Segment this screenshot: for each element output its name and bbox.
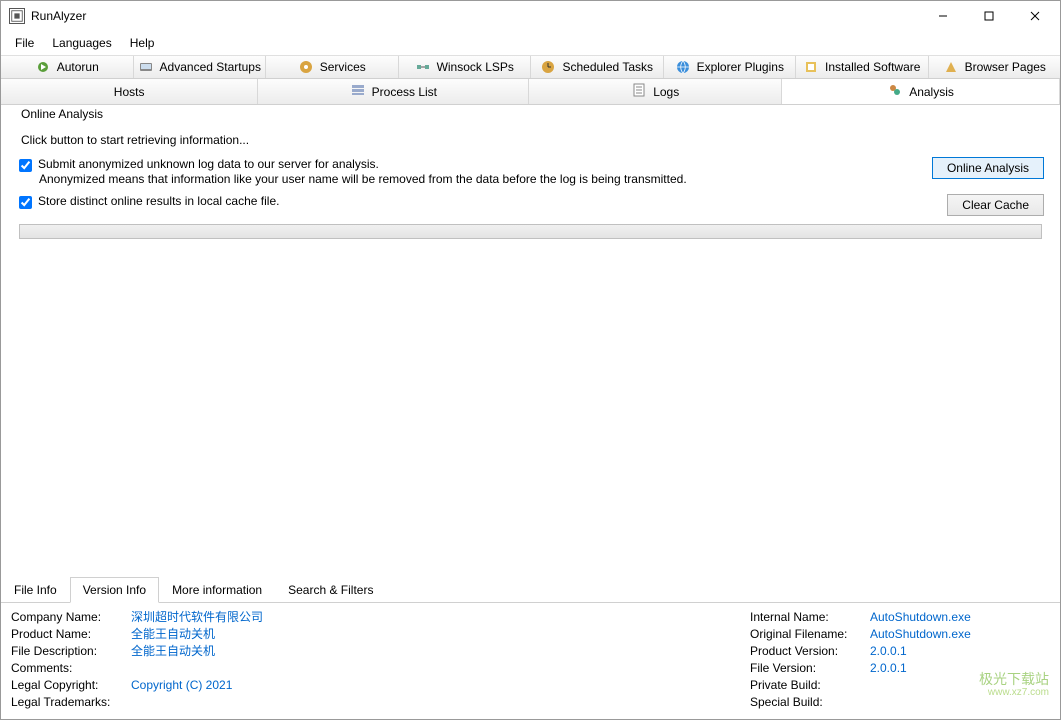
tab-process-list[interactable]: Process List <box>258 79 529 104</box>
progress-bar <box>19 224 1042 239</box>
product-version-value[interactable]: 2.0.0.1 <box>870 643 907 660</box>
tab-hosts[interactable]: Hosts <box>1 79 258 104</box>
tab-label: Hosts <box>114 85 145 99</box>
bottom-tab-file-info[interactable]: File Info <box>1 577 70 603</box>
app-icon <box>9 8 25 24</box>
maximize-button[interactable] <box>966 1 1012 31</box>
cache-checkbox-container[interactable]: Store distinct online results in local c… <box>19 194 947 209</box>
private-build-label: Private Build: <box>750 677 870 694</box>
primary-tabs: Autorun Advanced Startups Services Winso… <box>1 56 1060 79</box>
software-icon <box>803 59 819 75</box>
window-controls <box>920 1 1058 31</box>
cache-checkbox-label: Store distinct online results in local c… <box>38 194 279 208</box>
version-info-left: Company Name:深圳超时代软件有限公司 Product Name:全能… <box>11 609 710 711</box>
comments-label: Comments: <box>11 660 131 677</box>
file-version-value[interactable]: 2.0.0.1 <box>870 660 907 677</box>
internal-name-value[interactable]: AutoShutdown.exe <box>870 609 971 626</box>
analysis-icon <box>887 82 903 101</box>
product-version-label: Product Version: <box>750 643 870 660</box>
tab-label: Scheduled Tasks <box>562 60 653 74</box>
file-description-value[interactable]: 全能王自动关机 <box>131 643 215 660</box>
submit-checkbox-container[interactable]: Submit anonymized unknown log data to ou… <box>19 157 932 172</box>
tab-installed-software[interactable]: Installed Software <box>796 56 929 78</box>
tab-advanced-startups[interactable]: Advanced Startups <box>134 56 267 78</box>
file-description-label: File Description: <box>11 643 131 660</box>
submit-checkbox-label: Submit anonymized unknown log data to ou… <box>38 157 379 171</box>
autorun-icon <box>35 59 51 75</box>
tab-logs[interactable]: Logs <box>529 79 782 104</box>
bottom-tabs: File Info Version Info More information … <box>1 576 1060 603</box>
explorer-icon <box>675 59 691 75</box>
browser-icon <box>943 59 959 75</box>
original-filename-label: Original Filename: <box>750 626 870 643</box>
tab-label: Advanced Startups <box>160 60 261 74</box>
secondary-tabs: Hosts Process List Logs Analysis <box>1 79 1060 105</box>
cache-checkbox[interactable] <box>19 196 32 209</box>
tab-label: Winsock LSPs <box>437 60 514 74</box>
tab-label: Process List <box>372 85 437 99</box>
tab-label: Autorun <box>57 60 99 74</box>
online-analysis-button[interactable]: Online Analysis <box>932 157 1044 179</box>
tab-label: Services <box>320 60 366 74</box>
tab-label: Explorer Plugins <box>697 60 784 74</box>
tab-label: Installed Software <box>825 60 920 74</box>
content-area: Online Analysis Click button to start re… <box>1 105 1060 719</box>
company-name-value[interactable]: 深圳超时代软件有限公司 <box>131 609 263 626</box>
tab-browser-pages[interactable]: Browser Pages <box>929 56 1061 78</box>
tab-label: Analysis <box>909 85 954 99</box>
logs-icon <box>631 82 647 101</box>
internal-name-label: Internal Name: <box>750 609 870 626</box>
bottom-tab-more-info[interactable]: More information <box>159 577 275 603</box>
tab-scheduled-tasks[interactable]: Scheduled Tasks <box>531 56 664 78</box>
legal-trademarks-label: Legal Trademarks: <box>11 694 131 711</box>
window-title: RunAlyzer <box>31 9 920 23</box>
bottom-tab-search-filters[interactable]: Search & Filters <box>275 577 386 603</box>
process-icon <box>350 82 366 101</box>
clear-cache-button[interactable]: Clear Cache <box>947 194 1044 216</box>
tab-autorun[interactable]: Autorun <box>1 56 134 78</box>
bottom-tab-version-info[interactable]: Version Info <box>70 577 159 603</box>
product-name-label: Product Name: <box>11 626 131 643</box>
file-version-label: File Version: <box>750 660 870 677</box>
scheduled-icon <box>540 59 556 75</box>
startup-icon <box>138 59 154 75</box>
instruction-text: Click button to start retrieving informa… <box>21 133 1044 147</box>
submit-desc: Anonymized means that information like y… <box>39 172 932 186</box>
menubar: File Languages Help <box>1 31 1060 56</box>
close-button[interactable] <box>1012 1 1058 31</box>
tab-analysis[interactable]: Analysis <box>782 79 1060 104</box>
menu-file[interactable]: File <box>7 33 42 53</box>
submit-checkbox[interactable] <box>19 159 32 172</box>
special-build-label: Special Build: <box>750 694 870 711</box>
version-info-panel: Company Name:深圳超时代软件有限公司 Product Name:全能… <box>1 603 1060 719</box>
legal-copyright-value[interactable]: Copyright (C) 2021 <box>131 677 232 694</box>
menu-languages[interactable]: Languages <box>44 33 119 53</box>
online-analysis-group: Online Analysis Click button to start re… <box>9 109 1052 247</box>
original-filename-value[interactable]: AutoShutdown.exe <box>870 626 971 643</box>
tab-explorer-plugins[interactable]: Explorer Plugins <box>664 56 797 78</box>
services-icon <box>298 59 314 75</box>
minimize-button[interactable] <box>920 1 966 31</box>
winsock-icon <box>415 59 431 75</box>
tab-winsock[interactable]: Winsock LSPs <box>399 56 532 78</box>
tab-label: Browser Pages <box>965 60 1046 74</box>
menu-help[interactable]: Help <box>122 33 163 53</box>
group-title: Online Analysis <box>17 107 107 121</box>
product-name-value[interactable]: 全能王自动关机 <box>131 626 215 643</box>
company-name-label: Company Name: <box>11 609 131 626</box>
tab-services[interactable]: Services <box>266 56 399 78</box>
version-info-right: Internal Name:AutoShutdown.exe Original … <box>750 609 1050 711</box>
tab-label: Logs <box>653 85 679 99</box>
legal-copyright-label: Legal Copyright: <box>11 677 131 694</box>
titlebar: RunAlyzer <box>1 1 1060 31</box>
